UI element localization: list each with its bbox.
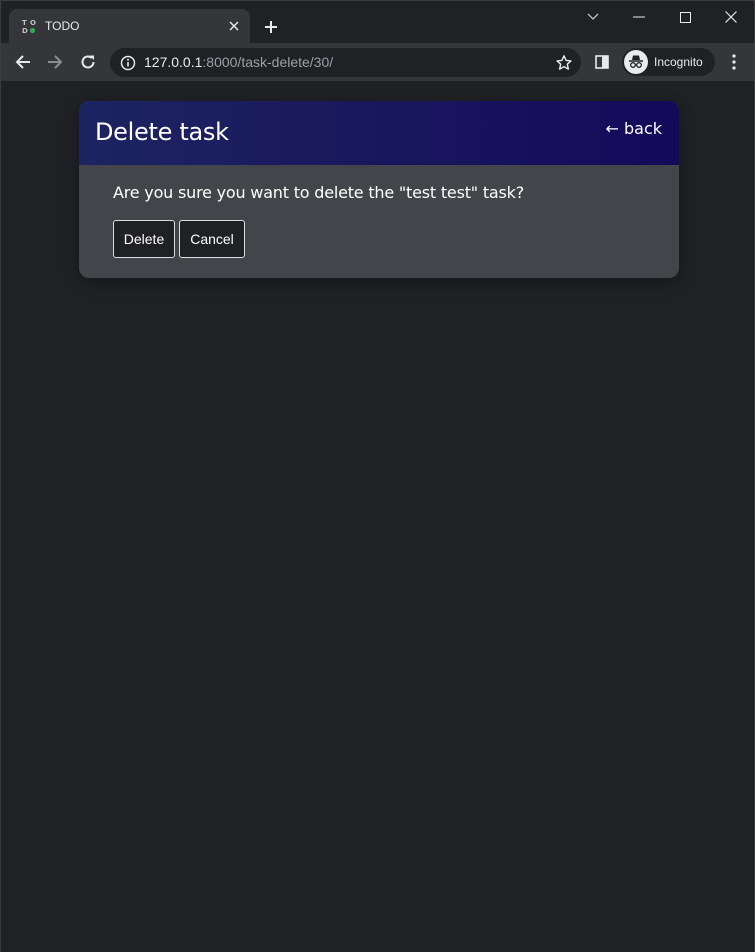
browser-tab[interactable]: T O D TODO: [9, 9, 250, 43]
close-icon: [725, 11, 737, 23]
incognito-label: Incognito: [654, 55, 703, 69]
arrow-left-icon: [15, 55, 30, 69]
svg-text:T: T: [22, 19, 27, 27]
back-link[interactable]: ← back: [605, 119, 662, 139]
more-vertical-icon: [732, 54, 736, 70]
tab-close-icon[interactable]: [224, 16, 244, 36]
chevron-down-icon: [587, 13, 599, 20]
plus-icon: [265, 21, 277, 33]
reload-button[interactable]: [74, 48, 102, 76]
incognito-icon: [624, 50, 648, 74]
page-title: Delete task: [95, 118, 229, 146]
svg-text:D: D: [22, 27, 28, 34]
card-header: Delete task ← back: [79, 101, 679, 165]
info-icon[interactable]: [120, 55, 136, 71]
url-host: 127.0.0.1: [144, 54, 203, 70]
minimize-button[interactable]: [616, 1, 662, 33]
arrow-right-icon: [48, 55, 63, 69]
tab-strip: T O D TODO: [1, 1, 754, 43]
url-path: :8000/task-delete/30/: [202, 54, 334, 70]
new-tab-button[interactable]: [259, 15, 283, 39]
tab-title: TODO: [45, 19, 80, 33]
delete-task-card: Delete task ← back Are you sure you want…: [79, 101, 679, 278]
svg-text:O: O: [30, 19, 36, 27]
browser-window: T O D TODO 127.0.0.1:8000/task-delete/30…: [0, 0, 755, 952]
reload-icon: [81, 55, 95, 69]
url-text[interactable]: 127.0.0.1:8000/task-delete/30/: [144, 54, 333, 71]
delete-button[interactable]: Delete: [113, 220, 175, 258]
todo-favicon-icon: T O D: [22, 19, 36, 34]
maximize-icon: [679, 11, 691, 23]
cancel-button[interactable]: Cancel: [179, 220, 245, 258]
confirm-message: Are you sure you want to delete the "tes…: [113, 183, 524, 202]
browser-menu-button[interactable]: [720, 48, 748, 76]
forward-button[interactable]: [41, 48, 69, 76]
maximize-button[interactable]: [662, 1, 708, 33]
back-button[interactable]: [9, 48, 37, 76]
star-icon[interactable]: [555, 54, 573, 72]
side-panel-button[interactable]: [588, 48, 616, 76]
close-window-button[interactable]: [708, 1, 754, 33]
tab-search-button[interactable]: [570, 1, 616, 33]
page-viewport: Delete task ← back Are you sure you want…: [1, 81, 754, 952]
side-panel-icon: [595, 55, 609, 69]
browser-toolbar: 127.0.0.1:8000/task-delete/30/ Incognito: [1, 43, 754, 81]
minimize-icon: [633, 16, 645, 18]
address-bar[interactable]: 127.0.0.1:8000/task-delete/30/: [110, 48, 581, 77]
incognito-profile-button[interactable]: Incognito: [622, 48, 715, 76]
